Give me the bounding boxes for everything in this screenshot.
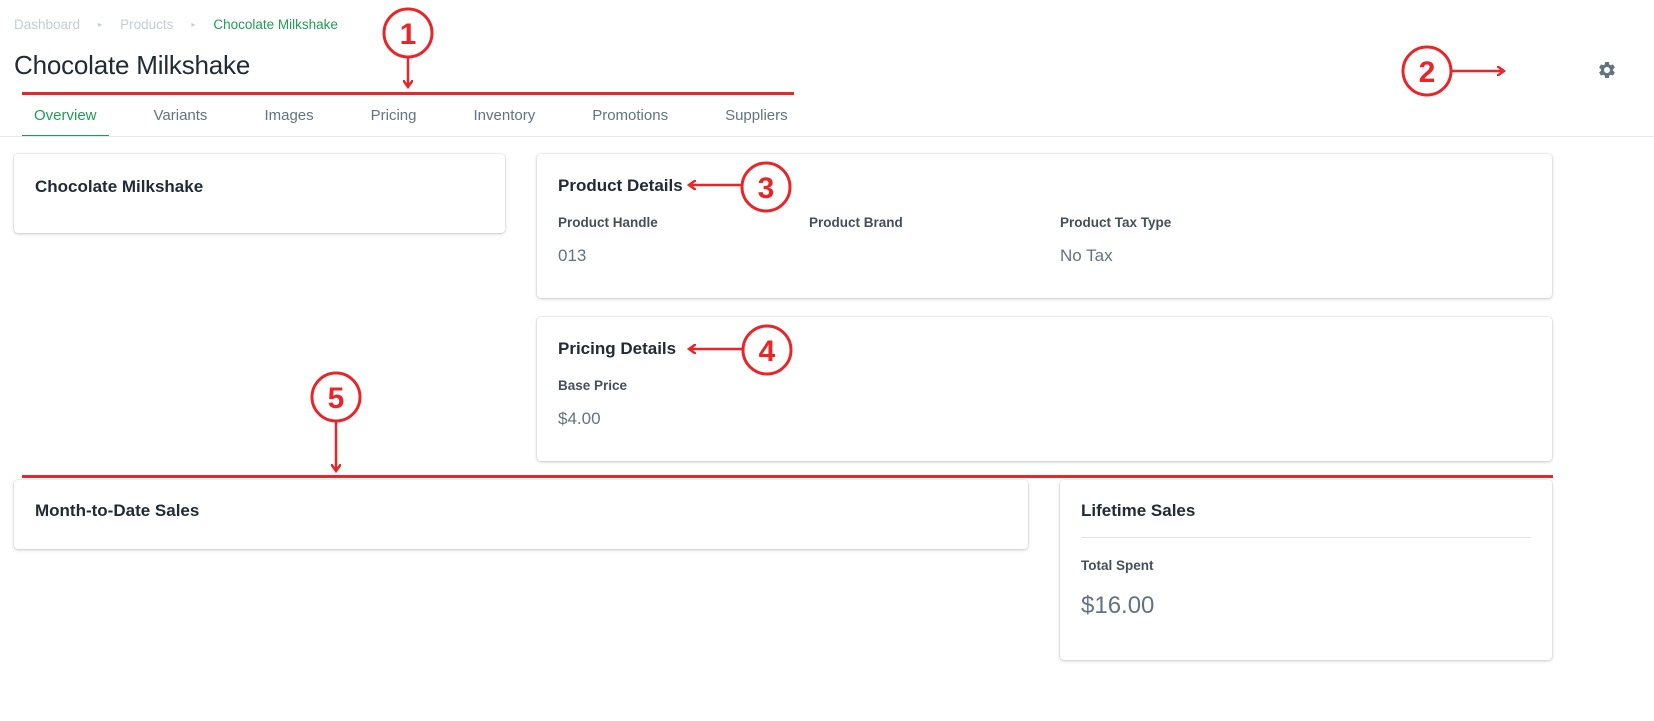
annotation-number-1: 1 [400, 18, 417, 51]
annotation-number-4: 4 [759, 335, 776, 368]
annotation-number-3: 3 [758, 172, 775, 205]
annotation-number-5: 5 [328, 382, 345, 415]
annotation-overlay: 1 2 3 4 5 [310, 7, 1654, 721]
annotation-number-2: 2 [1419, 56, 1436, 89]
